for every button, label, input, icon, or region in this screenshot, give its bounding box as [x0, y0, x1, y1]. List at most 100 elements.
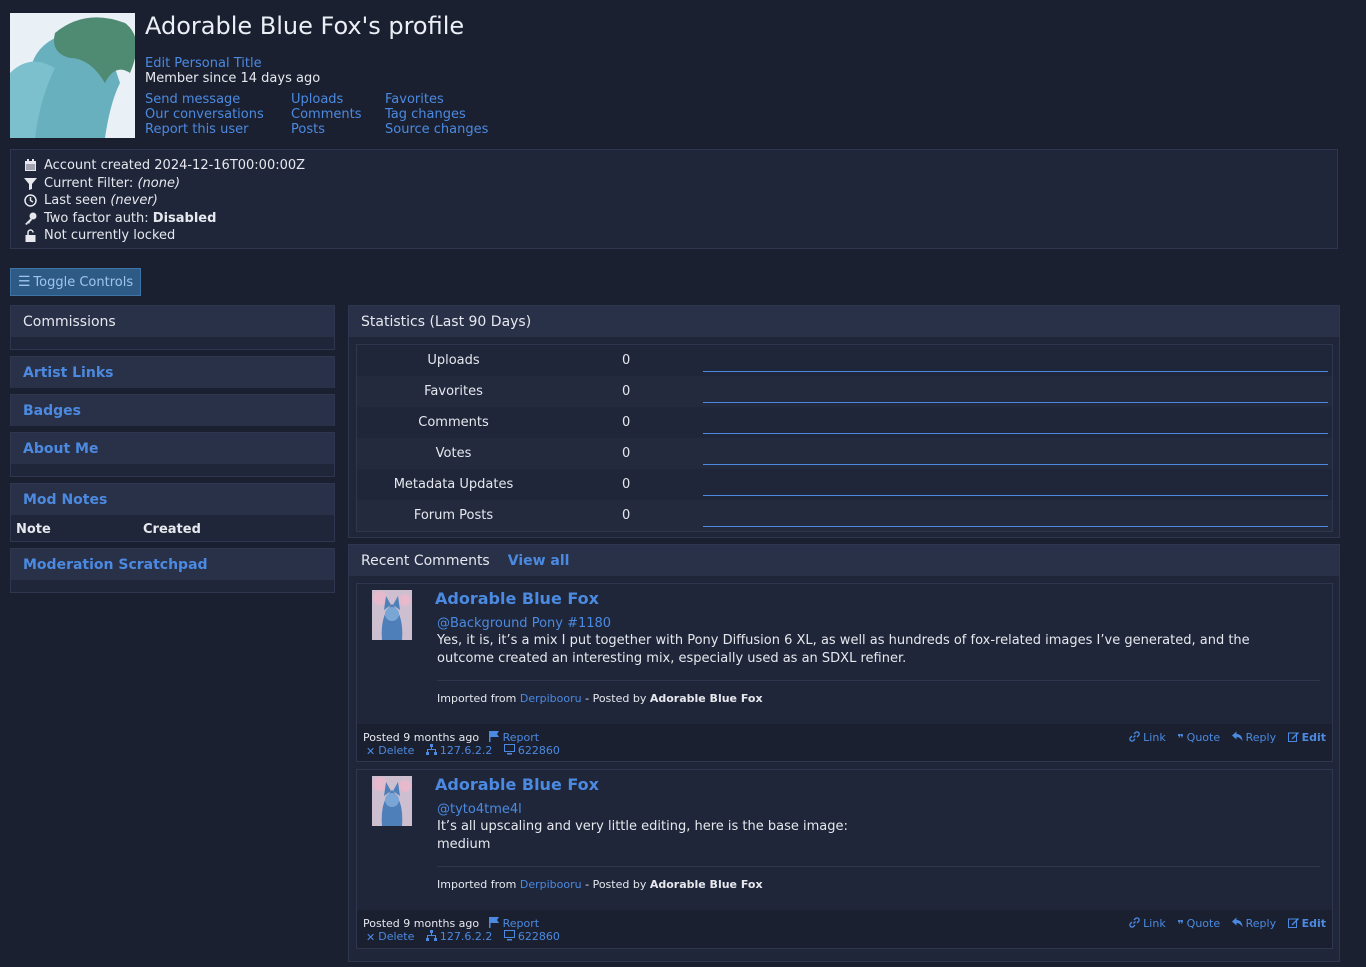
comment-text-line: medium	[437, 837, 491, 852]
delete-link[interactable]: ✕ Delete	[366, 744, 414, 758]
quote-icon: ❞	[1177, 732, 1184, 745]
times-icon: ✕	[366, 931, 376, 944]
comment-body: Adorable Blue Fox @tyto4tme4l It’s all u…	[357, 770, 1332, 910]
desktop-icon	[503, 744, 515, 755]
edit-icon	[1287, 918, 1299, 928]
comment-author[interactable]: Adorable Blue Fox	[435, 775, 599, 794]
profile-links-col3: Favorites Tag changes Source changes	[385, 92, 488, 137]
comment-author[interactable]: Adorable Blue Fox	[435, 589, 599, 608]
mod-notes-block: Mod Notes Note Created	[10, 483, 335, 542]
commissions-block: Commissions	[10, 305, 335, 350]
two-factor-value: Disabled	[152, 211, 217, 226]
filter-icon	[24, 178, 37, 190]
comment: Adorable Blue Fox @tyto4tme4l It’s all u…	[356, 769, 1333, 949]
fingerprint-link[interactable]: 622860	[503, 744, 560, 757]
calendar-icon	[25, 159, 36, 171]
stat-label: Favorites	[424, 384, 483, 399]
stat-label: Votes	[435, 446, 472, 461]
posted-by-name: Adorable Blue Fox	[649, 878, 763, 891]
quote-link[interactable]: ❞ Quote	[1177, 731, 1221, 745]
stat-sparkline	[703, 464, 1328, 465]
stat-value: 0	[622, 353, 631, 368]
badges-block: Badges	[10, 394, 335, 426]
comments-link[interactable]: Comments	[291, 107, 361, 122]
lock-status-text: Not currently locked	[44, 228, 176, 243]
bars-icon: ☰	[17, 274, 31, 290]
favorites-link[interactable]: Favorites	[385, 92, 488, 107]
ip-link[interactable]: 127.6.2.2	[425, 930, 492, 943]
source-changes-link[interactable]: Source changes	[385, 122, 488, 137]
stat-row: Metadata Updates 0	[357, 469, 1332, 500]
stat-row: Votes 0	[357, 438, 1332, 469]
stat-value: 0	[622, 415, 631, 430]
recent-comments-title: Recent Comments	[361, 552, 490, 569]
report-user-link[interactable]: Report this user	[145, 122, 264, 137]
reply-icon	[1231, 917, 1243, 927]
reply-link[interactable]: Reply	[1231, 917, 1277, 930]
last-seen-label: Last seen	[44, 193, 111, 208]
comment-import-info: Imported from Derpibooru - Posted by Ado…	[437, 878, 763, 891]
quote-link[interactable]: ❞ Quote	[1177, 917, 1221, 931]
flag-icon	[488, 731, 499, 742]
unlock-icon	[25, 229, 36, 242]
profile-avatar	[10, 13, 135, 138]
two-factor-row: Two factor auth: Disabled	[24, 210, 216, 227]
last-seen-row: Last seen (never)	[24, 192, 158, 209]
moderation-scratchpad-header[interactable]: Moderation Scratchpad	[11, 549, 334, 580]
comment-avatar[interactable]	[372, 776, 412, 826]
our-conversations-link[interactable]: Our conversations	[145, 107, 264, 122]
flag-icon	[488, 917, 499, 928]
comment-mention[interactable]: @tyto4tme4l	[437, 802, 522, 817]
commissions-header: Commissions	[11, 306, 334, 337]
ip-link[interactable]: 127.6.2.2	[425, 744, 493, 757]
artist-links-header[interactable]: Artist Links	[11, 357, 334, 388]
toggle-controls-button[interactable]: ☰ Toggle Controls	[10, 268, 141, 296]
import-source-link[interactable]: Derpibooru	[520, 878, 582, 891]
tag-changes-link[interactable]: Tag changes	[385, 107, 488, 122]
reply-label: Reply	[1245, 917, 1277, 930]
comment-footer: Posted 9 months ago Report ✕ Delete 127.6…	[357, 910, 1332, 947]
account-created-text: Account created 2024-12-16T00:00:00Z	[44, 158, 306, 173]
comment-footer: Posted 9 months ago Report ✕ Delete 127.6…	[357, 724, 1332, 761]
stat-sparkline	[703, 371, 1328, 372]
badges-header[interactable]: Badges	[11, 395, 334, 426]
two-factor-label: Two factor auth:	[44, 211, 153, 226]
edit-link[interactable]: Edit	[1287, 917, 1326, 930]
reply-label: Reply	[1245, 731, 1277, 744]
mod-notes-header[interactable]: Mod Notes	[11, 484, 334, 515]
edit-link[interactable]: Edit	[1287, 731, 1326, 744]
about-me-header[interactable]: About Me	[11, 433, 334, 464]
view-all-link[interactable]: View all	[508, 553, 570, 569]
uploads-link[interactable]: Uploads	[291, 92, 361, 107]
imported-from-label: Imported from	[437, 878, 520, 891]
imported-from-label: Imported from	[437, 692, 520, 705]
report-link[interactable]: Report	[488, 917, 540, 930]
import-source-link[interactable]: Derpibooru	[520, 692, 582, 705]
quote-label: Quote	[1186, 917, 1221, 930]
clock-icon	[24, 194, 37, 207]
current-filter-row: Current Filter: (none)	[24, 175, 180, 192]
report-label: Report	[502, 731, 540, 744]
edit-personal-title-link[interactable]: Edit Personal Title	[145, 56, 262, 71]
quote-label: Quote	[1186, 731, 1221, 744]
posts-link[interactable]: Posts	[291, 122, 361, 137]
stat-label: Forum Posts	[413, 508, 494, 523]
comment-avatar[interactable]	[372, 590, 412, 640]
link-link[interactable]: Link	[1129, 731, 1166, 744]
network-icon	[425, 744, 437, 755]
comment-mention[interactable]: @Background Pony #1180	[437, 616, 611, 631]
toggle-controls-label: Toggle Controls	[33, 274, 134, 290]
artist-links-block: Artist Links	[10, 356, 335, 388]
about-me-block: About Me	[10, 432, 335, 477]
report-link[interactable]: Report	[488, 731, 540, 744]
report-label: Report	[502, 917, 540, 930]
fingerprint-link[interactable]: 622860	[503, 930, 560, 943]
recent-comments-header: Recent Comments View all	[349, 545, 1339, 576]
send-message-link[interactable]: Send message	[145, 92, 264, 107]
delete-link[interactable]: ✕ Delete	[366, 930, 414, 944]
statistics-table: Uploads 0 Favorites 0 Comments 0 Votes 0…	[356, 344, 1333, 532]
link-link[interactable]: Link	[1129, 917, 1166, 930]
key-icon	[25, 212, 37, 225]
ip-label: 127.6.2.2	[439, 744, 493, 757]
reply-link[interactable]: Reply	[1231, 731, 1277, 744]
